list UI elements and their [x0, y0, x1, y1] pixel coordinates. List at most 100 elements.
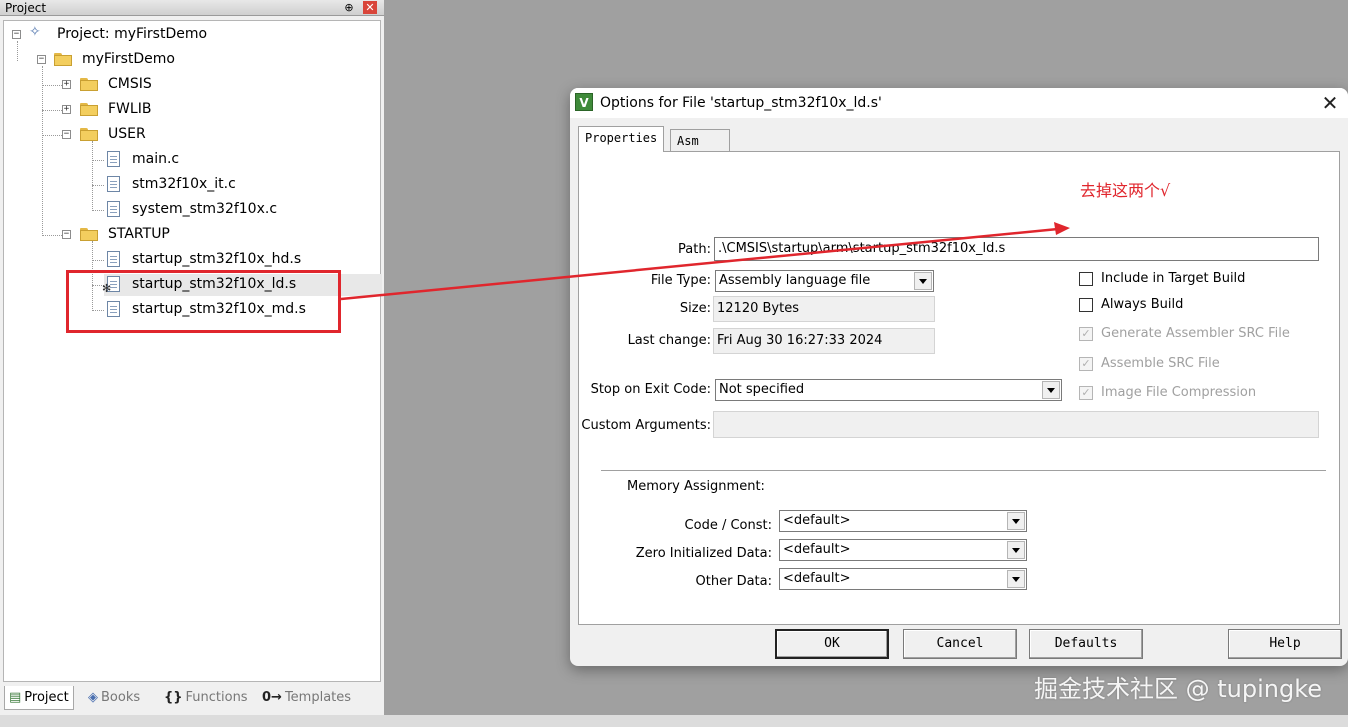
- last-change-value: Fri Aug 30 16:27:33 2024: [713, 328, 935, 354]
- project-panel: Project ⊕ ✕ − ✧ Project: myFirstDemo − m…: [0, 0, 384, 715]
- file-icon: [107, 251, 120, 267]
- stop-on-exit-select[interactable]: Not specified: [715, 379, 1062, 401]
- folder-icon: [80, 103, 98, 116]
- tree-item-label: STARTUP: [108, 226, 170, 242]
- other-data-select[interactable]: <default>: [779, 568, 1027, 590]
- defaults-button[interactable]: Defaults: [1029, 629, 1143, 659]
- zero-init-select[interactable]: <default>: [779, 539, 1027, 561]
- tree-item-label: main.c: [132, 151, 180, 167]
- cancel-button[interactable]: Cancel: [903, 629, 1017, 659]
- divider: [601, 470, 1326, 472]
- tab-asm[interactable]: Asm: [670, 129, 730, 153]
- collapse-icon[interactable]: −: [37, 55, 46, 64]
- ok-button[interactable]: OK: [775, 629, 889, 659]
- close-icon[interactable]: ✕: [1318, 91, 1342, 115]
- zero-init-value: <default>: [783, 542, 851, 557]
- last-change-label: Last change:: [627, 333, 711, 348]
- custom-args-field[interactable]: [713, 411, 1319, 438]
- help-button[interactable]: Help: [1228, 629, 1342, 659]
- path-field[interactable]: .\CMSIS\startup\arm\startup_stm32f10x_ld…: [714, 237, 1319, 261]
- size-label: Size:: [679, 301, 711, 316]
- panel-bottom-tabs: ▤ Project ◈ Books {} Functions 0→ Templates: [0, 684, 384, 712]
- always-build-label: Always Build: [1101, 297, 1184, 312]
- dialog-titlebar: V Options for File 'startup_stm32f10x_ld…: [570, 88, 1348, 118]
- status-bar: [0, 715, 1348, 727]
- collapse-icon[interactable]: −: [62, 230, 71, 239]
- code-const-value: <default>: [783, 513, 851, 528]
- properties-panel: Path: .\CMSIS\startup\arm\startup_stm32f…: [578, 151, 1340, 625]
- tree-item-label: CMSIS: [108, 76, 152, 92]
- tab-properties[interactable]: Properties: [578, 126, 665, 152]
- file-icon: [107, 176, 120, 192]
- tab-project[interactable]: ▤ Project: [4, 686, 74, 710]
- memory-assignment-heading: Memory Assignment:: [627, 479, 765, 494]
- close-panel-icon[interactable]: ✕: [363, 1, 377, 14]
- tree-item-label: startup_stm32f10x_hd.s: [132, 251, 302, 267]
- templates-icon: 0→: [262, 690, 282, 705]
- tab-label: Templates: [284, 690, 352, 705]
- tab-label: Project: [24, 690, 69, 705]
- tree-item-label: stm32f10x_it.c: [132, 176, 236, 192]
- tab-label: Functions: [185, 690, 248, 705]
- expand-icon[interactable]: +: [62, 80, 71, 89]
- collapse-icon[interactable]: −: [12, 30, 21, 39]
- code-const-label: Code / Const:: [684, 518, 772, 533]
- path-label: Path:: [678, 242, 711, 257]
- tree-item-label: myFirstDemo: [82, 51, 175, 67]
- code-const-select[interactable]: <default>: [779, 510, 1027, 532]
- size-value: 12120 Bytes: [713, 296, 935, 322]
- image-compression-label: Image File Compression: [1101, 385, 1257, 400]
- project-icon: ✧: [29, 24, 41, 40]
- file-type-select[interactable]: Assembly language file: [715, 270, 934, 292]
- file-type-value: Assembly language file: [719, 273, 871, 288]
- books-icon: ◈: [88, 690, 98, 705]
- dialog-title: Options for File 'startup_stm32f10x_ld.s…: [600, 95, 882, 111]
- include-in-build-label: Include in Target Build: [1101, 271, 1246, 286]
- project-panel-title: Project: [5, 1, 47, 15]
- stop-on-exit-value: Not specified: [719, 382, 805, 397]
- keil-app-icon: V: [575, 93, 593, 111]
- highlight-box: [66, 270, 341, 333]
- tree-item-label: USER: [108, 126, 146, 142]
- assemble-src-checkbox[interactable]: ✓: [1079, 357, 1093, 371]
- project-panel-titlebar: Project ⊕ ✕: [0, 0, 384, 16]
- other-data-label: Other Data:: [695, 574, 772, 589]
- tab-templates[interactable]: 0→ Templates: [262, 686, 351, 710]
- tree-item-label: Project: myFirstDemo: [57, 26, 208, 42]
- file-icon: [107, 201, 120, 217]
- collapse-icon[interactable]: −: [62, 130, 71, 139]
- folder-icon: [80, 78, 98, 91]
- image-compression-checkbox[interactable]: ✓: [1079, 386, 1093, 400]
- stop-on-exit-label: Stop on Exit Code:: [590, 382, 711, 397]
- tree-item-label: system_stm32f10x.c: [132, 201, 278, 217]
- open-folder-icon: [80, 228, 98, 241]
- always-build-checkbox[interactable]: [1079, 298, 1093, 312]
- zero-init-label: Zero Initialized Data:: [635, 546, 772, 561]
- include-in-build-checkbox[interactable]: [1079, 272, 1093, 286]
- expand-icon[interactable]: +: [62, 105, 71, 114]
- file-type-label: File Type:: [650, 273, 711, 288]
- open-folder-icon: [80, 128, 98, 141]
- chevron-down-icon[interactable]: [1007, 570, 1025, 588]
- functions-icon: {}: [164, 690, 183, 705]
- tab-books[interactable]: ◈ Books: [88, 686, 140, 710]
- chevron-down-icon[interactable]: [914, 272, 932, 290]
- watermark: 掘金技术社区 @ tupingke: [1034, 675, 1323, 703]
- custom-args-label: Custom Arguments:: [581, 418, 711, 433]
- tree-item-label: FWLIB: [108, 101, 152, 117]
- tab-label: Books: [101, 690, 141, 705]
- annotation-text: 去掉这两个√: [1080, 181, 1171, 200]
- generate-asm-checkbox[interactable]: ✓: [1079, 327, 1093, 341]
- project-tab-icon: ▤: [9, 690, 22, 705]
- other-data-value: <default>: [783, 571, 851, 586]
- project-tree: − ✧ Project: myFirstDemo − myFirstDemo +…: [3, 20, 382, 682]
- assemble-src-label: Assemble SRC File: [1101, 356, 1220, 371]
- file-icon: [107, 151, 120, 167]
- target-folder-icon: [54, 53, 72, 66]
- tab-functions[interactable]: {} Functions: [164, 686, 248, 710]
- chevron-down-icon[interactable]: [1042, 381, 1060, 399]
- chevron-down-icon[interactable]: [1007, 541, 1025, 559]
- chevron-down-icon[interactable]: [1007, 512, 1025, 530]
- pin-icon[interactable]: ⊕: [341, 0, 357, 16]
- generate-asm-label: Generate Assembler SRC File: [1101, 326, 1290, 341]
